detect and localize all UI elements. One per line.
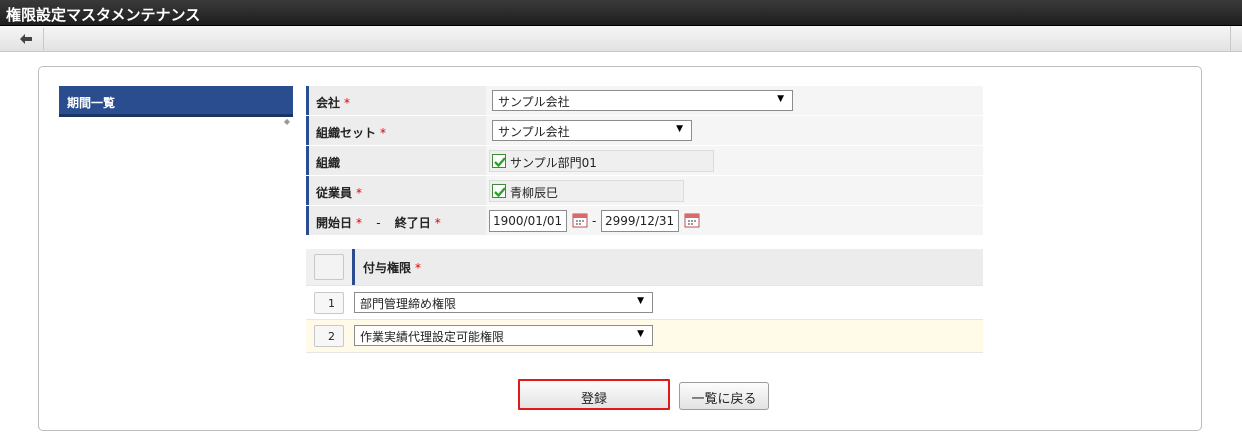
org-value: サンプル部門01 (510, 156, 597, 170)
required-mark: * (434, 216, 441, 230)
org-set-value-cell: サンプル会社 ▼ (486, 116, 983, 145)
sidebar-item-period-list[interactable]: 期間一覧 (59, 86, 293, 117)
toolbar (0, 26, 1242, 52)
row-num-cell: 1 (306, 291, 352, 314)
grant-header-label: 付与権限 * (352, 249, 983, 285)
company-select[interactable]: サンプル会社 ▼ (492, 90, 793, 111)
toolbar-end (1230, 26, 1242, 52)
start-date-value: 1900/01/01 (493, 214, 563, 228)
start-date-input[interactable]: 1900/01/01 (489, 210, 567, 232)
org-label-text: 組織 (316, 156, 341, 170)
org-set-label-text: 組織セット (316, 126, 377, 140)
grant-select[interactable]: 部門管理締め権限 ▼ (354, 291, 653, 313)
required-mark: * (356, 216, 363, 230)
dropdown-arrow-icon: ▼ (777, 94, 784, 104)
company-label: 会社 * (306, 86, 486, 115)
required-mark: * (415, 261, 422, 275)
calendar-icon[interactable] (572, 212, 588, 228)
window-title-bar: 権限設定マスタメンテナンス (0, 0, 1242, 26)
checkbox-checked-icon[interactable] (492, 154, 506, 168)
calendar-icon[interactable] (684, 212, 700, 228)
row-number[interactable]: 2 (314, 325, 344, 347)
org-field: サンプル部門01 (489, 150, 714, 172)
main-panel: 期間一覧 ◆ 会社 * サンプル会社 ▼ 組織セット * サンプル会社 ▼ 組織… (38, 66, 1202, 431)
window-title: 権限設定マスタメンテナンス (6, 6, 201, 24)
grant-table-header: 付与権限 * (306, 249, 983, 285)
row-number[interactable]: 1 (314, 291, 344, 314)
required-mark: * (356, 186, 363, 200)
form-row-period: 開始日 * - 終了日 * 1900/01/01 - 2999/12/31 (306, 206, 983, 236)
grant-header-text: 付与権限 (363, 261, 412, 275)
employee-label-text: 従業員 (316, 186, 353, 200)
company-value-cell: サンプル会社 ▼ (486, 86, 983, 115)
employee-label: 従業員 * (306, 176, 486, 205)
grant-header-num-cell (306, 254, 352, 280)
end-date-input[interactable]: 2999/12/31 (601, 210, 679, 232)
back-to-list-button[interactable]: 一覧に戻る (679, 382, 769, 410)
select-all-box[interactable] (314, 254, 344, 280)
date-range-separator: - (592, 214, 597, 228)
arrow-left-icon (19, 34, 32, 44)
grant-cell: 作業実績代理設定可能権限 ▼ (352, 319, 983, 353)
employee-value: 青柳辰巳 (510, 186, 559, 200)
form-row-org: 組織 サンプル部門01 (306, 146, 983, 176)
required-mark: * (344, 96, 351, 110)
period-label: 開始日 * - 終了日 * (306, 206, 486, 235)
form-table: 会社 * サンプル会社 ▼ 組織セット * サンプル会社 ▼ 組織 サンプル部門… (306, 86, 983, 236)
required-mark: * (380, 126, 387, 140)
dropdown-arrow-icon: ▼ (637, 329, 644, 339)
org-set-label: 組織セット * (306, 116, 486, 145)
back-button[interactable] (8, 28, 44, 50)
period-value-cell: 1900/01/01 - 2999/12/31 (486, 206, 983, 235)
org-set-select-value: サンプル会社 (498, 125, 570, 139)
company-label-text: 会社 (316, 96, 341, 110)
period-dash: - (376, 216, 381, 230)
form-row-org-set: 組織セット * サンプル会社 ▼ (306, 116, 983, 146)
checkbox-checked-icon[interactable] (492, 184, 506, 198)
employee-value-cell: 青柳辰巳 (486, 176, 983, 205)
dropdown-arrow-icon: ▼ (637, 295, 644, 306)
resize-handle-icon[interactable]: ◆ (282, 117, 292, 127)
register-button[interactable]: 登録 (518, 379, 670, 410)
end-date-label: 終了日 (394, 216, 431, 230)
grant-select[interactable]: 作業実績代理設定可能権限 ▼ (354, 325, 653, 346)
start-date-label: 開始日 (316, 216, 353, 230)
org-label: 組織 (306, 146, 486, 175)
form-row-employee: 従業員 * 青柳辰巳 (306, 176, 983, 206)
employee-field: 青柳辰巳 (489, 180, 684, 202)
org-set-select[interactable]: サンプル会社 ▼ (492, 120, 692, 141)
end-date-value: 2999/12/31 (605, 214, 675, 228)
table-row: 1 部門管理締め権限 ▼ (306, 285, 983, 319)
dropdown-arrow-icon: ▼ (676, 124, 683, 134)
sidebar-item-label: 期間一覧 (67, 96, 116, 110)
grant-cell: 部門管理締め権限 ▼ (352, 286, 983, 320)
org-value-cell: サンプル部門01 (486, 146, 983, 175)
company-select-value: サンプル会社 (498, 95, 570, 109)
grant-select-value: 部門管理締め権限 (360, 296, 457, 311)
grant-select-value: 作業実績代理設定可能権限 (360, 330, 505, 344)
table-row: 2 作業実績代理設定可能権限 ▼ (306, 319, 983, 353)
form-row-company: 会社 * サンプル会社 ▼ (306, 86, 983, 116)
grant-table: 付与権限 * 1 部門管理締め権限 ▼ 2 作業実績代理設定可能権限 ▼ (306, 249, 983, 353)
row-num-cell: 2 (306, 325, 352, 347)
